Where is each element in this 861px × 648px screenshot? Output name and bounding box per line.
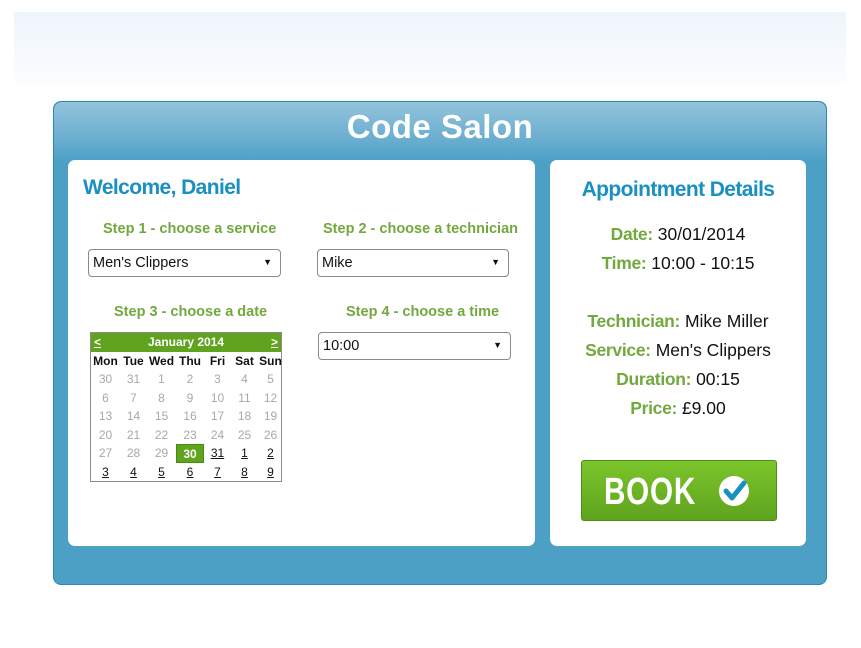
calendar-day-disabled: 16 bbox=[183, 409, 197, 423]
service-select[interactable]: Men's Clippers ▼ bbox=[88, 249, 281, 277]
booking-panel: Welcome, Daniel Step 1 - choose a servic… bbox=[68, 160, 535, 546]
welcome-heading: Welcome, Daniel bbox=[83, 176, 241, 199]
weekday-header: Sun bbox=[259, 354, 282, 368]
detail-price-value: £9.00 bbox=[681, 398, 726, 418]
chevron-down-icon: ▼ bbox=[491, 257, 500, 267]
calendar-day-disabled: 17 bbox=[210, 409, 225, 423]
step4-label: Step 4 - choose a time bbox=[346, 304, 500, 320]
check-circle-icon bbox=[719, 476, 749, 506]
detail-time: Time: 10:00 - 10:15 bbox=[550, 253, 806, 274]
calendar-day-available[interactable]: 3 bbox=[91, 463, 120, 482]
step3-label: Step 3 - choose a date bbox=[114, 304, 268, 320]
detail-price: Price: £9.00 bbox=[550, 398, 806, 419]
top-banner bbox=[14, 12, 846, 84]
weekday-header: Thu bbox=[179, 354, 201, 368]
calendar-day-disabled: 30 bbox=[98, 372, 113, 386]
appointment-details-panel: Appointment Details Date: 30/01/2014 Tim… bbox=[550, 160, 806, 546]
technician-select[interactable]: Mike ▼ bbox=[317, 249, 509, 277]
detail-time-label: Time: bbox=[601, 253, 647, 273]
calendar-day-available[interactable]: 2 bbox=[258, 444, 283, 463]
calendar-grid: Mon Tue Wed Thu Fri Sat Sun 30 31 1 2 3 4 5 6 7 8 9 10 11 12… bbox=[91, 352, 283, 482]
calendar-day-disabled: 13 bbox=[98, 409, 113, 423]
calendar-day-disabled: 20 bbox=[98, 427, 113, 442]
detail-duration-value: 00:15 bbox=[696, 369, 740, 389]
time-select-value: 10:00 bbox=[323, 338, 360, 354]
salon-header: Code Salon bbox=[54, 102, 826, 162]
calendar-day-disabled: 28 bbox=[126, 446, 141, 460]
calendar-day-disabled: 23 bbox=[183, 427, 197, 442]
book-button[interactable]: BOOK bbox=[581, 460, 777, 521]
calendar-day-disabled: 26 bbox=[263, 427, 278, 442]
calendar-next-button[interactable]: > bbox=[271, 335, 278, 349]
detail-technician-value: Mike Miller bbox=[684, 311, 769, 331]
details-heading: Appointment Details bbox=[581, 178, 775, 201]
detail-date-value: 30/01/2014 bbox=[657, 224, 746, 244]
calendar-day-disabled: 9 bbox=[186, 390, 194, 405]
detail-date-label: Date: bbox=[610, 224, 654, 244]
calendar-day-disabled: 19 bbox=[263, 409, 278, 423]
calendar-day-disabled: 10 bbox=[210, 390, 225, 405]
calendar-day-disabled: 7 bbox=[130, 390, 137, 405]
calendar-day-available[interactable]: 31 bbox=[204, 444, 231, 463]
calendar-day-disabled: 8 bbox=[158, 390, 165, 405]
step2-label: Step 2 - choose a technician bbox=[323, 221, 518, 237]
detail-price-label: Price: bbox=[630, 398, 678, 418]
detail-time-value: 10:00 - 10:15 bbox=[651, 253, 755, 273]
calendar-day-available[interactable]: 5 bbox=[147, 463, 176, 482]
chevron-down-icon: ▼ bbox=[493, 340, 502, 350]
calendar-day-disabled: 6 bbox=[102, 390, 109, 405]
calendar-day-disabled: 14 bbox=[126, 409, 141, 423]
calendar-day-available[interactable]: 4 bbox=[120, 463, 147, 482]
weekday-header: Sat bbox=[235, 354, 254, 368]
book-button-label: BOOK bbox=[604, 471, 697, 513]
calendar-day-disabled: 12 bbox=[263, 390, 278, 405]
calendar-header: < January 2014 > bbox=[91, 333, 281, 352]
calendar-day-disabled: 29 bbox=[154, 446, 169, 460]
calendar-day-disabled: 27 bbox=[98, 446, 113, 460]
chevron-down-icon: ▼ bbox=[263, 257, 272, 267]
detail-service-value: Men's Clippers bbox=[655, 340, 771, 360]
detail-technician: Technician: Mike Miller bbox=[550, 311, 806, 332]
weekday-header: Tue bbox=[123, 354, 144, 368]
detail-service: Service: Men's Clippers bbox=[550, 340, 806, 361]
calendar-day-disabled: 3 bbox=[214, 372, 221, 386]
calendar-day-disabled: 4 bbox=[241, 372, 248, 386]
calendar-day-disabled: 21 bbox=[126, 427, 141, 442]
salon-container: Code Salon Welcome, Daniel Step 1 - choo… bbox=[53, 101, 827, 585]
calendar-day-disabled: 2 bbox=[186, 372, 194, 386]
time-select[interactable]: 10:00 ▼ bbox=[318, 332, 511, 360]
calendar-day-available[interactable]: 9 bbox=[258, 463, 283, 482]
calendar-day-available[interactable]: 8 bbox=[231, 463, 258, 482]
date-calendar: < January 2014 > Mon Tue Wed Thu Fri Sat Sun 30… bbox=[90, 332, 282, 482]
technician-select-value: Mike bbox=[322, 255, 353, 271]
calendar-day-disabled: 11 bbox=[238, 390, 251, 405]
calendar-day-disabled: 15 bbox=[154, 409, 169, 423]
weekday-header: Fri bbox=[209, 354, 226, 368]
detail-service-label: Service: bbox=[585, 340, 651, 360]
calendar-day-disabled: 22 bbox=[154, 427, 169, 442]
calendar-day-disabled: 1 bbox=[158, 372, 165, 386]
calendar-day-available[interactable]: 1 bbox=[231, 444, 258, 463]
detail-technician-label: Technician: bbox=[587, 311, 681, 331]
calendar-day-disabled: 24 bbox=[210, 427, 225, 442]
calendar-day-disabled: 31 bbox=[126, 372, 141, 386]
calendar-day-selected[interactable]: 30 bbox=[176, 444, 204, 463]
calendar-day-disabled: 25 bbox=[237, 427, 252, 442]
calendar-month-label: January 2014 bbox=[147, 335, 225, 349]
calendar-day-disabled: 18 bbox=[237, 409, 252, 423]
weekday-header: Wed bbox=[148, 354, 175, 368]
service-select-value: Men's Clippers bbox=[93, 255, 189, 271]
step1-label: Step 1 - choose a service bbox=[103, 221, 277, 237]
detail-date: Date: 30/01/2014 bbox=[550, 224, 806, 245]
app-title: Code Salon bbox=[346, 108, 534, 145]
weekday-header: Mon bbox=[93, 354, 118, 368]
detail-duration-label: Duration: bbox=[616, 369, 692, 389]
calendar-day-available[interactable]: 6 bbox=[176, 463, 204, 482]
calendar-day-available[interactable]: 7 bbox=[204, 463, 231, 482]
detail-duration: Duration: 00:15 bbox=[550, 369, 806, 390]
calendar-day-disabled: 5 bbox=[267, 372, 274, 386]
